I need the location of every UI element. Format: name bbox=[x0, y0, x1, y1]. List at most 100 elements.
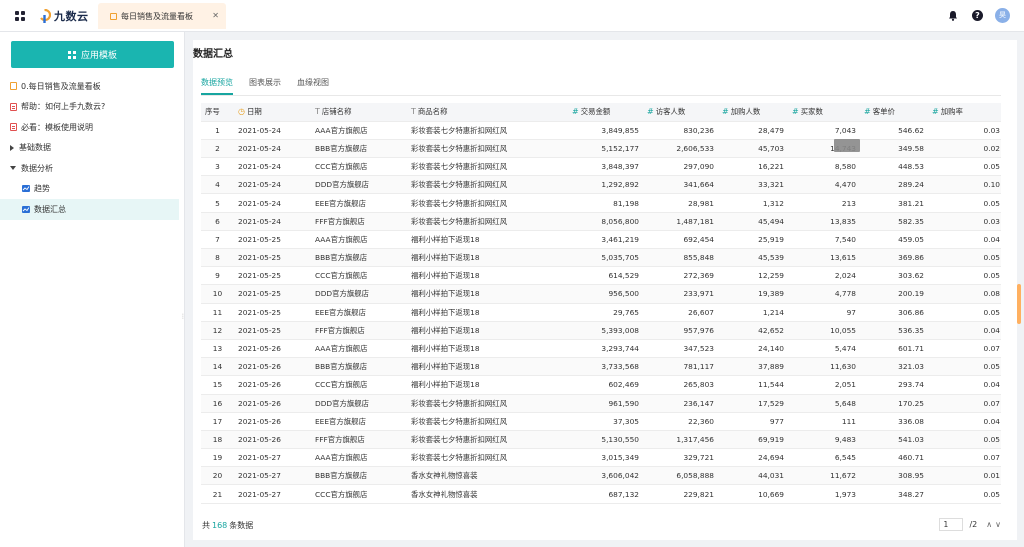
table-cell[interactable]: 11,630 bbox=[788, 357, 860, 377]
table-cell[interactable]: 2021-05-26 bbox=[234, 430, 311, 450]
table-cell[interactable]: 0.07 bbox=[928, 448, 1001, 468]
page-number-input[interactable]: 1 bbox=[939, 518, 964, 531]
table-cell[interactable]: 福利小样拍下返现18 bbox=[407, 230, 568, 250]
table-cell[interactable]: 336.08 bbox=[860, 412, 928, 431]
table-cell[interactable]: 香水女神礼物惊喜装 bbox=[407, 466, 568, 486]
table-cell[interactable]: 855,848 bbox=[643, 248, 718, 268]
table-cell[interactable]: 2021-05-26 bbox=[234, 394, 311, 413]
table-row[interactable]: 13 2021-05-26 AAA官方旗舰店 福利小样拍下返现18 3,293,744 3… bbox=[201, 339, 1001, 359]
table-cell[interactable]: 6 bbox=[201, 212, 234, 231]
column-header[interactable]: T 店铺名称 bbox=[311, 103, 407, 122]
table-row[interactable]: 10 2021-05-25 DDD官方旗舰店 福利小样拍下返现18 956,500 233… bbox=[201, 284, 1001, 304]
column-header[interactable]: T 商品名称 bbox=[407, 103, 568, 122]
table-cell[interactable]: 12,259 bbox=[718, 266, 788, 286]
table-cell[interactable]: 福利小样拍下返现18 bbox=[407, 248, 568, 268]
table-cell[interactable]: 彩妆套装七夕特惠折扣网红风 bbox=[407, 157, 568, 177]
table-cell[interactable]: 1,487,181 bbox=[643, 212, 718, 231]
table-cell[interactable]: AAA官方旗舰店 bbox=[311, 121, 407, 140]
table-cell[interactable]: 19 bbox=[201, 448, 234, 468]
table-row[interactable]: 5 2021-05-24 EEE官方旗舰店 彩妆套装七夕特惠折扣网红风 81,198 28… bbox=[201, 193, 1001, 213]
table-cell[interactable]: 0.05 bbox=[928, 266, 1001, 286]
table-cell[interactable]: 0.04 bbox=[928, 321, 1001, 340]
table-cell[interactable]: 8,056,800 bbox=[568, 212, 643, 231]
table-cell[interactable]: 10 bbox=[201, 284, 234, 304]
table-cell[interactable]: 236,147 bbox=[643, 394, 718, 413]
table-cell[interactable]: 541.03 bbox=[860, 430, 928, 450]
table-cell[interactable]: 45,539 bbox=[718, 248, 788, 268]
table-cell[interactable]: 381.21 bbox=[860, 193, 928, 213]
sidebar-item-dashboard[interactable]: 0.每日销售及流量看板 bbox=[0, 76, 185, 97]
table-cell[interactable]: CCC官方旗舰店 bbox=[311, 375, 407, 395]
sidebar-item-guide[interactable]: 必看：模板使用说明 bbox=[0, 117, 185, 138]
table-cell[interactable]: 彩妆套装七夕特惠折扣网红风 bbox=[407, 448, 568, 468]
table-cell[interactable]: 97 bbox=[788, 303, 860, 322]
chevron-down-icon[interactable]: ∨ bbox=[995, 520, 1001, 529]
table-cell[interactable]: 2021-05-24 bbox=[234, 157, 311, 177]
table-cell[interactable]: 2021-05-25 bbox=[234, 303, 311, 322]
table-cell[interactable]: 6,545 bbox=[788, 448, 860, 468]
table-cell[interactable]: 692,454 bbox=[643, 230, 718, 250]
table-cell[interactable]: 福利小样拍下返现18 bbox=[407, 375, 568, 395]
tab-daily-dashboard[interactable]: 每日销售及流量看板 ✕ bbox=[98, 3, 226, 29]
table-cell[interactable]: 13,835 bbox=[788, 212, 860, 231]
table-cell[interactable]: 170.25 bbox=[860, 394, 928, 413]
table-cell[interactable]: 0.04 bbox=[928, 412, 1001, 431]
table-cell[interactable]: 福利小样拍下返现18 bbox=[407, 321, 568, 340]
table-cell[interactable]: 321.03 bbox=[860, 357, 928, 377]
table-cell[interactable]: 2021-05-27 bbox=[234, 466, 311, 486]
table-cell[interactable]: 448.53 bbox=[860, 157, 928, 177]
table-cell[interactable]: 2021-05-27 bbox=[234, 484, 311, 504]
table-cell[interactable]: 2021-05-25 bbox=[234, 248, 311, 268]
table-cell[interactable]: 546.62 bbox=[860, 121, 928, 140]
table-cell[interactable]: 272,369 bbox=[643, 266, 718, 286]
sidebar-item-data-analysis[interactable]: 数据分析 bbox=[0, 158, 185, 179]
table-row[interactable]: 1 2021-05-24 AAA官方旗舰店 彩妆套装七夕特惠折扣网红风 3,849,85… bbox=[201, 121, 1001, 140]
table-cell[interactable]: 9 bbox=[201, 266, 234, 286]
column-header[interactable]: # 加购率 bbox=[928, 103, 1001, 122]
table-cell[interactable]: 289.24 bbox=[860, 175, 928, 195]
table-cell[interactable]: 12 bbox=[201, 321, 234, 340]
table-cell[interactable]: 3,733,568 bbox=[568, 357, 643, 377]
table-cell[interactable]: 3,848,397 bbox=[568, 157, 643, 177]
table-cell[interactable]: 17 bbox=[201, 412, 234, 431]
table-cell[interactable]: 2,606,533 bbox=[643, 139, 718, 159]
table-cell[interactable]: 308.95 bbox=[860, 466, 928, 486]
table-cell[interactable]: 1,973 bbox=[788, 484, 860, 504]
table-cell[interactable]: 369.86 bbox=[860, 248, 928, 268]
table-cell[interactable]: 0.05 bbox=[928, 248, 1001, 268]
table-cell[interactable]: 0.04 bbox=[928, 375, 1001, 395]
table-row[interactable]: 18 2021-05-26 FFF官方旗舰店 彩妆套装七夕特惠折扣网红风 5,130,5… bbox=[201, 430, 1001, 450]
table-cell[interactable]: 7,043 bbox=[788, 121, 860, 140]
table-cell[interactable]: 460.71 bbox=[860, 448, 928, 468]
table-cell[interactable]: 10,669 bbox=[718, 484, 788, 504]
table-cell[interactable]: 5,035,705 bbox=[568, 248, 643, 268]
table-cell[interactable]: 1,214 bbox=[718, 303, 788, 322]
table-cell[interactable]: 13,615 bbox=[788, 248, 860, 268]
table-cell[interactable]: 3 bbox=[201, 157, 234, 177]
table-cell[interactable]: 111 bbox=[788, 412, 860, 431]
table-cell[interactable]: 200.19 bbox=[860, 284, 928, 304]
table-cell[interactable]: 602,469 bbox=[568, 375, 643, 395]
caret-right-icon[interactable] bbox=[10, 144, 14, 151]
table-cell[interactable]: 306.86 bbox=[860, 303, 928, 322]
table-cell[interactable]: 44,031 bbox=[718, 466, 788, 486]
table-cell[interactable]: 5 bbox=[201, 193, 234, 213]
table-cell[interactable]: 37,305 bbox=[568, 412, 643, 431]
table-cell[interactable]: 329,721 bbox=[643, 448, 718, 468]
table-cell[interactable]: BBB官方旗舰店 bbox=[311, 466, 407, 486]
table-cell[interactable]: 福利小样拍下返现18 bbox=[407, 339, 568, 359]
table-cell[interactable]: 0.08 bbox=[928, 284, 1001, 304]
table-cell[interactable]: 348.27 bbox=[860, 484, 928, 504]
table-cell[interactable]: 11,672 bbox=[788, 466, 860, 486]
table-cell[interactable]: 297,090 bbox=[643, 157, 718, 177]
table-cell[interactable]: AAA官方旗舰店 bbox=[311, 230, 407, 250]
table-cell[interactable]: 229,821 bbox=[643, 484, 718, 504]
table-cell[interactable]: 彩妆套装七夕特惠折扣网红风 bbox=[407, 412, 568, 431]
table-cell[interactable]: 24,140 bbox=[718, 339, 788, 359]
table-cell[interactable]: 14 bbox=[201, 357, 234, 377]
table-cell[interactable]: 303.62 bbox=[860, 266, 928, 286]
table-cell[interactable]: 16,221 bbox=[718, 157, 788, 177]
table-cell[interactable]: 0.10 bbox=[928, 175, 1001, 195]
table-cell[interactable]: 2021-05-25 bbox=[234, 321, 311, 340]
table-cell[interactable]: 5,393,008 bbox=[568, 321, 643, 340]
